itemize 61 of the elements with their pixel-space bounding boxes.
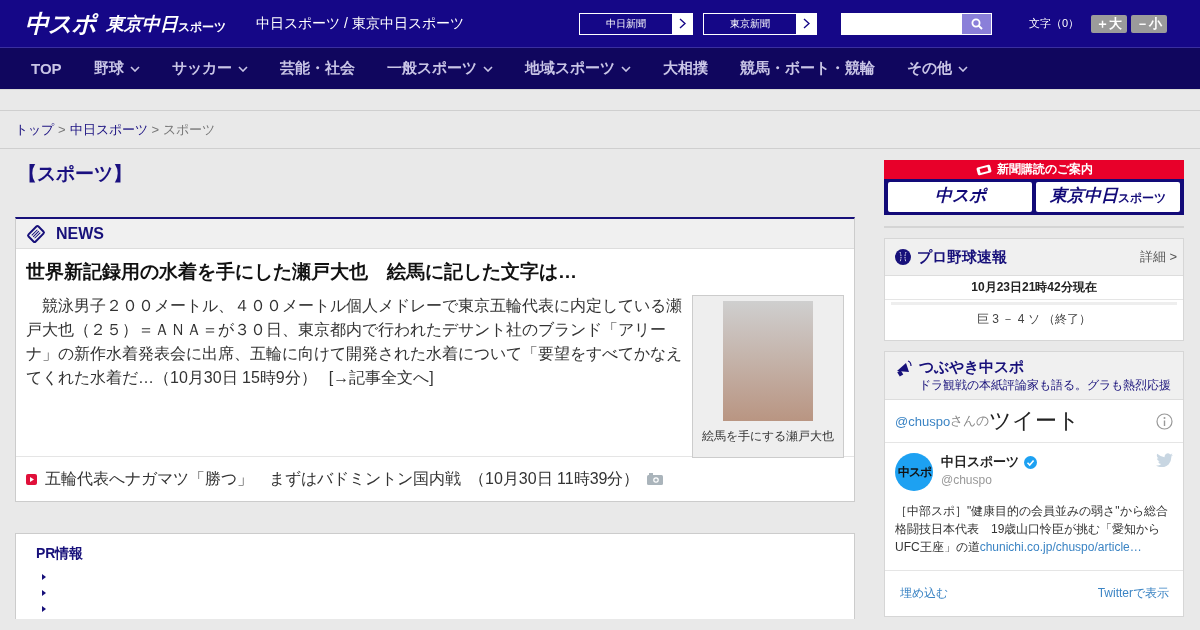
tweet-link[interactable]: chunichi.co.jp/chuspo/article… <box>979 540 1142 554</box>
triangle-bullet-icon <box>42 574 46 580</box>
play-bullet-icon <box>26 473 37 485</box>
newspaper-link[interactable]: 中日新聞 <box>579 12 693 35</box>
triangle-bullet-icon <box>42 606 46 612</box>
search-icon <box>970 17 983 30</box>
subscription-heading: 新聞購読のご案内 <box>996 161 1093 178</box>
tokyo-chunichi-logo[interactable]: 東京中日スポーツ <box>106 11 256 36</box>
megaphone-icon <box>895 358 913 377</box>
photo-caption: 絵馬を手にする瀬戸大也 <box>702 428 834 445</box>
baseball-icon <box>895 249 911 265</box>
news-time: （10月30日 11時39分） <box>469 468 640 489</box>
chevron-right-icon <box>678 18 686 29</box>
breadcrumb-current: スポーツ <box>163 120 216 139</box>
account-handle-link[interactable]: @chuspo <box>895 413 951 429</box>
tokyo-chunichi-logo-button[interactable]: 東京中日スポーツ <box>1036 182 1180 212</box>
article-summary: 競泳男子２００メートル、４００メートル個人メドレーで東京五輪代表に内定している瀬戸大也（２５）＝ＡＮＡ＝が３０日、東京都内で行われたデサント社のブランド「アリーナ」の新作水着発表会に出席、五輪に向けて開発された水着について「要望をすべてかなえてくれた水着だ…（10月30日 15時9分） [→記事全文へ] <box>26 296 682 388</box>
search-button[interactable] <box>962 13 991 34</box>
nav-tab[interactable]: 地域スポーツ <box>508 48 647 89</box>
newspaper-icon <box>26 223 46 244</box>
search-field[interactable] <box>841 12 992 35</box>
news-heading: NEWS <box>56 224 104 243</box>
tweets-subtitle: ドラ観戦の本紙評論家も語る。グラも熱烈応援 <box>919 377 1172 394</box>
update-time: 10月23日21時42分現在 <box>885 276 1183 300</box>
chuspo-logo-button[interactable]: 中スポ <box>888 182 1032 212</box>
nav-tab[interactable]: 一般スポーツ <box>370 48 509 89</box>
tweets-title: つぶやき中スポ <box>919 358 1024 377</box>
tweets-heading: ツイート <box>989 407 1082 435</box>
nav-tab[interactable]: TOP <box>15 48 78 89</box>
tweet-footer-link[interactable]: 埋め込む <box>900 585 948 602</box>
tweet-footer-link[interactable]: Twitterで表示 <box>1097 585 1169 602</box>
headline-link[interactable]: 世界新記録用の水着を手にした瀬戸大也 絵馬に記した文字は… <box>26 259 577 285</box>
game-score: 巨 3 － 4 ソ （終了） <box>891 302 1177 340</box>
nav-tab[interactable]: サッカー <box>155 48 264 89</box>
nav-tab[interactable]: 野球 <box>77 48 156 89</box>
tweet-text: ［中部スポ］"健康目的の会員並みの弱さ"から総合格闘技日本代表 19歳山口怜臣が挑む「愛知から UFC王座」の道chunichi.co.jp/chuspo/article… <box>895 503 1169 556</box>
nav-tab[interactable]: 競馬・ボート・競輪 <box>723 48 891 89</box>
details-link[interactable]: 詳細 > <box>1139 248 1177 266</box>
read-more-link[interactable]: [→記事全文へ] <box>328 369 434 386</box>
handle-suffix: さんの <box>950 412 990 428</box>
font-size-label: 文字（0） <box>1029 16 1080 31</box>
account-name[interactable]: 中日スポーツ <box>941 453 1019 471</box>
baseball-scores-title: プロ野球速報 <box>917 247 1008 267</box>
site-names: 中日スポーツ / 東京中日スポーツ <box>256 14 465 33</box>
chevron-right-icon <box>802 18 810 29</box>
breadcrumb-separator: > <box>58 122 66 137</box>
avatar-logo[interactable]: 中スポ <box>895 453 933 491</box>
info-icon[interactable] <box>1156 412 1173 430</box>
ticket-icon <box>975 163 992 176</box>
news-link[interactable]: 五輪代表へナガマツ「勝つ」 まずはバドミントン国内戦 <box>45 468 461 490</box>
pr-heading: PR情報 <box>36 545 84 563</box>
breadcrumb-separator: > <box>151 122 160 137</box>
nav-tab[interactable]: その他 <box>890 48 984 89</box>
breadcrumb-link[interactable]: トップ <box>15 120 54 139</box>
triangle-bullet-icon <box>42 590 46 596</box>
newspaper-link[interactable]: 東京新聞 <box>703 12 817 35</box>
nav-tab[interactable]: 芸能・社会 <box>263 48 371 89</box>
nav-tab[interactable]: 大相撲 <box>646 48 724 89</box>
breadcrumb-link[interactable]: 中日スポーツ <box>69 120 148 139</box>
page-title: 【スポーツ】 <box>18 162 132 186</box>
account-username: @chuspo <box>941 473 993 487</box>
